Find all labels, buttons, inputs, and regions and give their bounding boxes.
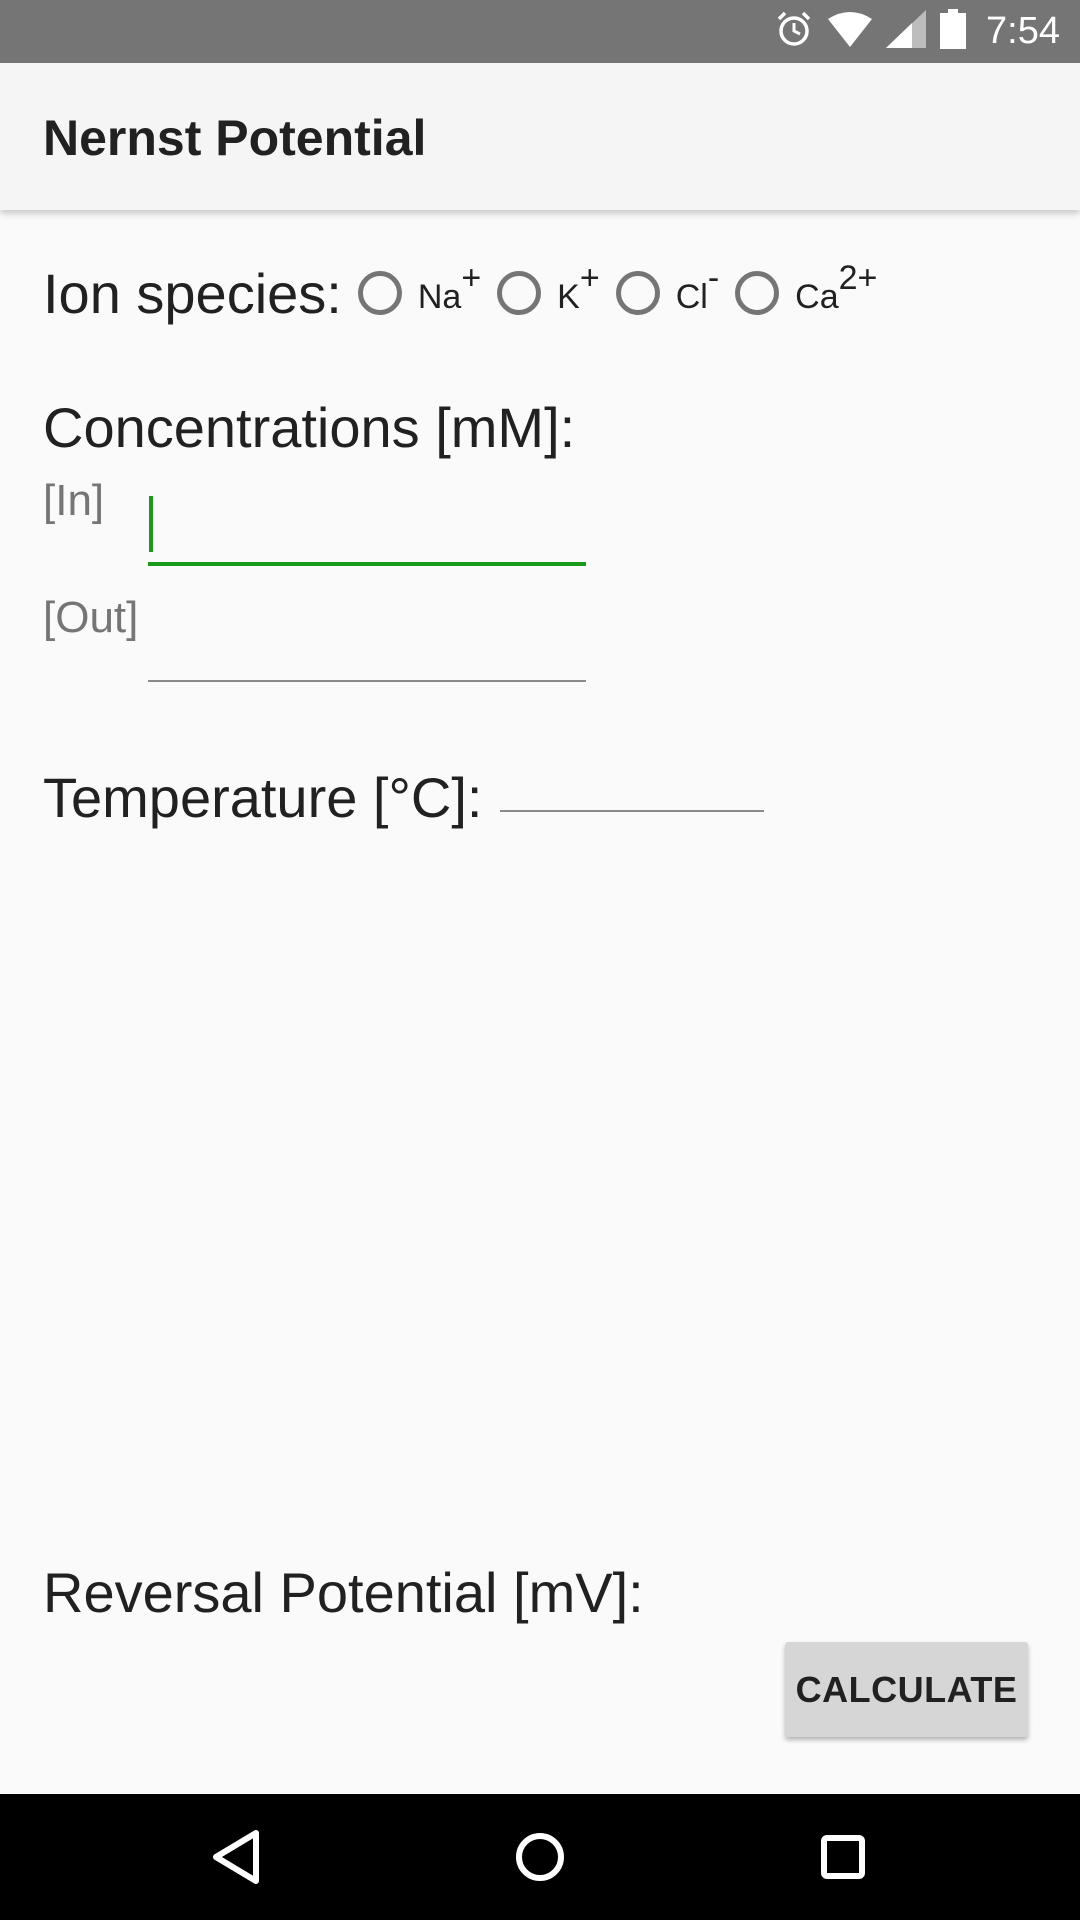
radio-option-k[interactable]: K+ [497, 261, 600, 317]
home-icon[interactable] [500, 1817, 580, 1897]
radio-label-k[interactable]: K+ [557, 261, 600, 317]
in-concentration-label: [In] [43, 476, 105, 525]
status-bar: 7:54 [0, 0, 1080, 63]
radio-label-na[interactable]: Na+ [418, 261, 481, 317]
app-title: Nernst Potential [43, 110, 427, 166]
temperature-label: Temperature [°C]: [43, 766, 483, 829]
radio-option-cl[interactable]: Cl- [615, 261, 719, 317]
radio-button-cl[interactable] [615, 271, 660, 315]
radio-label-ca[interactable]: Ca2+ [795, 261, 877, 317]
battery-icon [940, 9, 967, 54]
wifi-icon [828, 11, 873, 52]
navigation-bar [0, 1794, 1080, 1920]
calculate-button[interactable]: CALCULATE [785, 1642, 1028, 1737]
text-cursor [149, 496, 153, 552]
radio-button-na[interactable] [357, 271, 402, 315]
status-time: 7:54 [986, 10, 1060, 52]
alarm-icon [774, 9, 814, 54]
back-icon[interactable] [196, 1817, 276, 1897]
signal-icon [886, 10, 927, 53]
reversal-potential-label: Reversal Potential [mV]: [43, 1561, 644, 1624]
out-concentration-label: [Out] [43, 593, 139, 642]
ion-species-row: Ion species: Na+ K+ Cl- Ca2+ [43, 258, 893, 328]
radio-option-na[interactable]: Na+ [357, 261, 481, 317]
status-icons: 7:54 [774, 0, 1060, 63]
concentrations-heading: Concentrations [mM]: [43, 396, 576, 459]
recents-icon[interactable] [803, 1817, 883, 1897]
radio-button-ca[interactable] [735, 271, 780, 315]
out-concentration-input[interactable] [148, 610, 586, 682]
radio-option-ca[interactable]: Ca2+ [735, 261, 877, 317]
ion-species-label: Ion species: [43, 261, 342, 325]
temperature-input[interactable] [500, 740, 764, 812]
in-concentration-input[interactable] [148, 492, 586, 566]
app-bar: Nernst Potential [0, 63, 1080, 210]
radio-button-k[interactable] [497, 271, 542, 315]
radio-label-cl[interactable]: Cl- [676, 261, 719, 317]
